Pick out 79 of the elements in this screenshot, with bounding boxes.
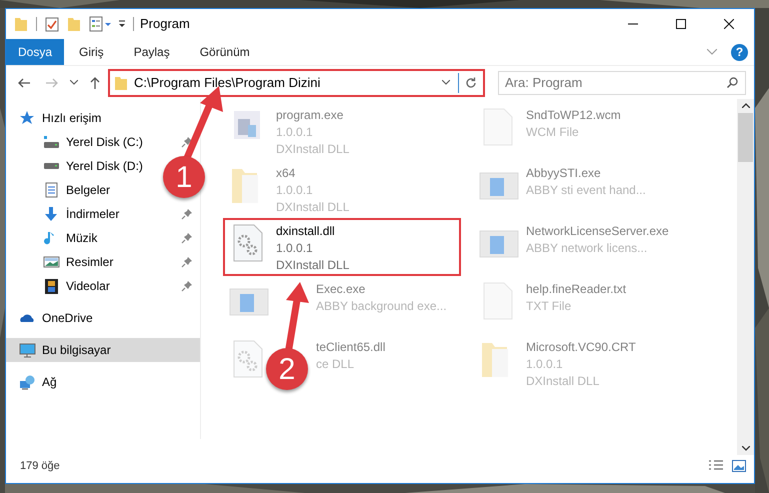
scroll-down-icon[interactable] <box>742 446 750 451</box>
file-detail: 1.0.0.1 <box>276 182 314 199</box>
file-name: dxinstall.dll <box>276 223 336 240</box>
search-icon <box>727 76 738 88</box>
pin-icon <box>181 232 193 244</box>
back-arrow-icon[interactable] <box>18 78 30 88</box>
videos-icon <box>43 278 60 294</box>
scroll-thumb[interactable] <box>738 113 753 162</box>
up-arrow-icon[interactable] <box>90 76 100 88</box>
dropdown-icon <box>442 80 450 85</box>
pin-icon <box>181 280 193 292</box>
window-title: Program <box>140 15 190 34</box>
sidebar-item[interactable]: İndirmeler <box>6 202 126 226</box>
downloads-icon <box>43 206 60 222</box>
system-drive-icon <box>43 134 60 150</box>
file-detail: ABBY sti event hand... <box>526 182 646 199</box>
file-name: SndToWP12.wcm <box>526 107 621 124</box>
star-icon <box>19 110 36 126</box>
details-view-icon[interactable] <box>708 460 724 472</box>
help-button[interactable]: ? <box>731 44 748 60</box>
sidebar-item[interactable]: Müzik <box>6 226 104 250</box>
pictures-icon <box>43 254 60 270</box>
file-name: x64 <box>276 165 296 182</box>
documents-icon <box>43 182 60 198</box>
file-item[interactable]: dxinstall.dll 1.0.0.1 DXInstall DLL <box>223 218 461 276</box>
close-icon[interactable] <box>724 19 734 29</box>
pin-icon <box>181 256 193 268</box>
file-name: Exec.exe <box>316 281 366 298</box>
ribbon-tab[interactable]: Paylaş <box>118 39 185 65</box>
sidebar-item[interactable]: Videolar <box>6 274 116 298</box>
sidebar-item[interactable]: Yerel Disk (C:) <box>6 130 149 154</box>
file-name: NetworkLicenseServer.exe <box>526 223 669 240</box>
file-detail: DXInstall DLL <box>276 199 350 216</box>
search-field[interactable]: Ara: Program <box>498 70 746 94</box>
file-name: Microsoft.VC90.CRT <box>526 339 636 356</box>
ribbon-tab[interactable]: Görünüm <box>184 39 265 65</box>
refresh-icon <box>465 76 477 88</box>
sidebar-item[interactable]: Yerel Disk (D:) <box>6 154 149 178</box>
file-detail: 1.0.0.1 <box>276 240 314 257</box>
item-count: 179 öğe <box>20 458 60 474</box>
file-detail: WCM File <box>526 124 580 141</box>
large-icons-view-icon[interactable] <box>732 460 746 472</box>
file-detail: DXInstall DLL <box>276 141 350 158</box>
address-bar[interactable]: C:\Program Files\Program Dizini <box>108 68 485 96</box>
checkmark-icon[interactable] <box>45 16 59 32</box>
file-name: help.fineReader.txt <box>526 281 626 298</box>
file-detail: ce DLL <box>316 356 356 373</box>
folder-icon <box>114 74 128 90</box>
pin-icon <box>181 136 193 148</box>
sidebar-item[interactable]: Resimler <box>6 250 120 274</box>
scroll-up-icon[interactable] <box>742 103 750 108</box>
sidebar-item[interactable]: Hızlı erişim <box>6 106 108 130</box>
ribbon-tab[interactable]: Dosya <box>6 39 64 65</box>
computer-icon <box>19 342 36 358</box>
file-detail: 1.0.0.1 <box>526 356 564 373</box>
chevron-icon[interactable] <box>707 49 717 55</box>
dropdown-icon[interactable] <box>70 80 78 85</box>
sidebar-item[interactable]: Bu bilgisayar <box>6 338 200 362</box>
file-detail: TXT File <box>526 298 572 315</box>
dropdown-icon[interactable] <box>117 18 127 30</box>
file-detail: 1.0.0.1 <box>276 124 314 141</box>
maximize-icon[interactable] <box>676 19 686 29</box>
network-icon <box>19 374 36 390</box>
drive-icon <box>43 163 60 169</box>
file-detail: ABBY network licens... <box>526 240 648 257</box>
file-detail: DXInstall DLL <box>276 257 350 274</box>
file-detail: ABBY background exe... <box>316 298 447 315</box>
file-name: AbbyySTI.exe <box>526 165 602 182</box>
sidebar-item[interactable]: Belgeler <box>6 178 116 202</box>
scrollbar[interactable] <box>737 99 754 455</box>
properties-icon[interactable] <box>89 16 113 32</box>
ribbon-tab[interactable]: Giriş <box>64 39 119 65</box>
sidebar-item[interactable]: Ağ <box>6 370 63 394</box>
file-name: program.exe <box>276 107 344 124</box>
pin-icon <box>181 208 193 220</box>
file-detail: DXInstall DLL <box>526 373 600 390</box>
sidebar-item[interactable]: OneDrive <box>6 306 99 330</box>
file-name: teClient65.dll <box>316 339 386 356</box>
arrow <box>286 282 309 352</box>
